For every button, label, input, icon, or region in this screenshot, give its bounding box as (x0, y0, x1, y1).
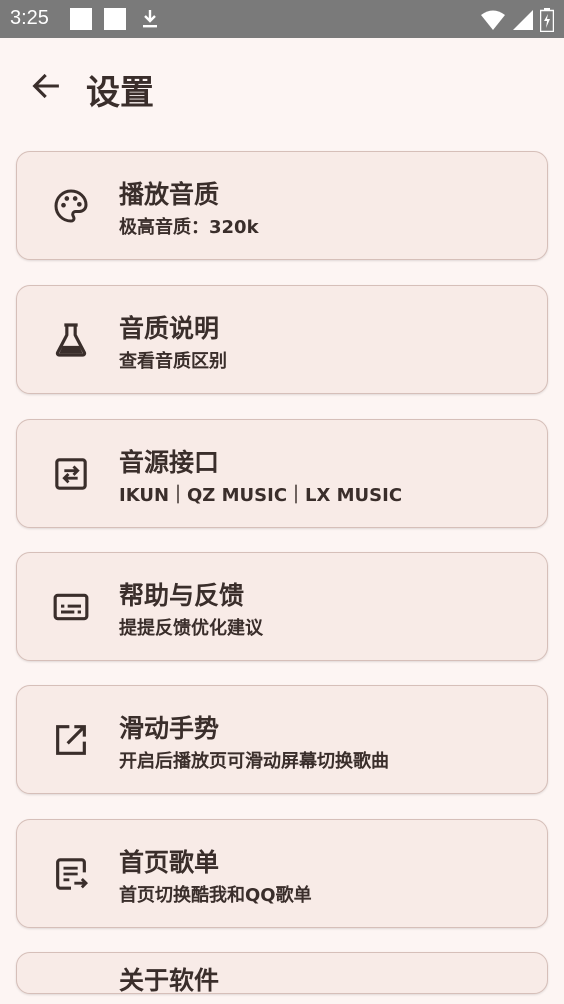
setting-title: 音源接口 (119, 448, 220, 477)
battery-icon (540, 8, 554, 32)
flask-icon (55, 323, 87, 357)
status-bar: 3:25 (0, 0, 564, 38)
setting-source-api[interactable]: 音源接口 IKUN｜QZ MUSIC｜LX MUSIC (16, 419, 548, 528)
setting-subtitle: IKUN｜QZ MUSIC｜LX MUSIC (119, 485, 403, 506)
setting-quality-info[interactable]: 音质说明 查看音质区别 (16, 285, 548, 394)
setting-title: 播放音质 (119, 180, 220, 209)
download-icon (143, 10, 157, 28)
palette-icon (54, 189, 88, 223)
open-in-new-icon (56, 725, 86, 755)
notification-square-icon (104, 8, 126, 30)
arrow-back-icon (32, 73, 59, 99)
setting-title: 滑动手势 (119, 714, 220, 743)
back-button[interactable] (24, 64, 68, 108)
setting-subtitle: 极高音质：320k (119, 217, 259, 238)
setting-home-playlist[interactable]: 首页歌单 首页切换酷我和QQ歌单 (16, 819, 548, 928)
setting-subtitle: 首页切换酷我和QQ歌单 (119, 885, 312, 906)
setting-title: 关于软件 (119, 966, 220, 994)
setting-about[interactable]: 关于软件 (16, 952, 548, 994)
subtitles-icon (53, 593, 89, 621)
playlist-icon (56, 858, 89, 890)
setting-title: 音质说明 (119, 314, 220, 343)
setting-title: 帮助与反馈 (119, 581, 245, 610)
swap-icon (55, 458, 87, 490)
signal-icon (513, 10, 533, 30)
setting-subtitle: 提提反馈优化建议 (119, 618, 263, 639)
app-bar: 设置 (0, 38, 564, 138)
setting-title: 首页歌单 (119, 848, 220, 877)
setting-subtitle: 开启后播放页可滑动屏幕切换歌曲 (119, 751, 389, 772)
setting-subtitle: 查看音质区别 (119, 351, 227, 372)
notification-square-icon (70, 8, 92, 30)
setting-playback-quality[interactable]: 播放音质 极高音质：320k (16, 151, 548, 260)
wifi-icon (481, 10, 505, 30)
page-title: 设置 (86, 73, 154, 113)
setting-swipe-gesture[interactable]: 滑动手势 开启后播放页可滑动屏幕切换歌曲 (16, 685, 548, 794)
setting-help-feedback[interactable]: 帮助与反馈 提提反馈优化建议 (16, 552, 548, 661)
status-time: 3:25 (10, 7, 49, 29)
